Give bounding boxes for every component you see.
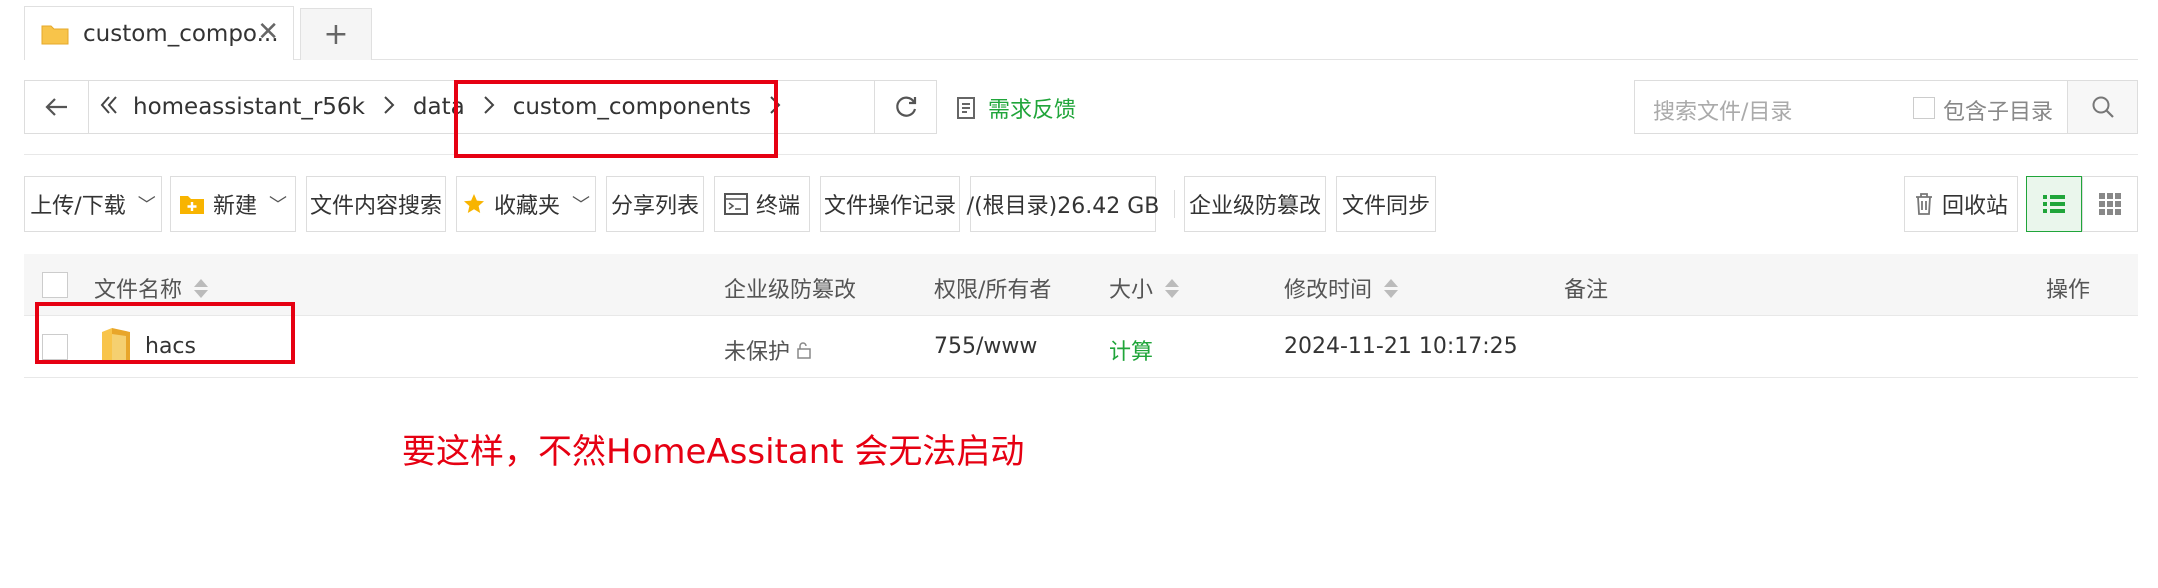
tamper-proof-label: 企业级防篡改: [1188, 194, 1321, 219]
include-subdir-checkbox[interactable]: [1913, 97, 1935, 119]
content-search-label: 文件内容搜索: [309, 194, 442, 219]
chevron-down-icon: ﹀: [572, 195, 590, 216]
folder-icon: [41, 25, 69, 44]
header-mtime-label: 修改时间: [1284, 278, 1373, 303]
plus-icon[interactable]: +: [300, 8, 372, 60]
file-sync-button[interactable]: 文件同步: [1336, 176, 1436, 232]
chevron-down-icon: ﹀: [269, 195, 287, 216]
annotation-box-path: [454, 80, 778, 158]
size-calc-link[interactable]: 计算: [1109, 334, 1153, 366]
new-label: 新建: [212, 194, 257, 219]
tamper-status[interactable]: 未保护: [724, 334, 812, 366]
disk-usage-button[interactable]: /(根目录)26.42 GB: [967, 176, 1159, 232]
grid-view-icon[interactable]: [2082, 176, 2138, 232]
search-box: 搜索文件/目录 包含子目录: [1634, 80, 2138, 134]
header-perm: 权限/所有者: [934, 278, 1052, 303]
header-mtime[interactable]: 修改时间: [1284, 272, 1399, 304]
file-op-log-label: 文件操作记录: [823, 194, 956, 219]
tamper-proof-button[interactable]: 企业级防篡改: [1184, 176, 1326, 232]
feedback-link[interactable]: 需求反馈: [956, 92, 1076, 124]
upload-download-button[interactable]: 上传/下载 ﹀: [24, 176, 162, 232]
share-list-button[interactable]: 分享列表: [606, 176, 704, 232]
file-sync-label: 文件同步: [1341, 194, 1430, 219]
double-chevron-left-icon[interactable]: [99, 92, 119, 122]
feedback-label: 需求反馈: [988, 98, 1077, 123]
trash-icon: [1914, 192, 1934, 216]
tamper-status-label: 未保护: [724, 340, 791, 365]
header-name[interactable]: 文件名称: [94, 272, 209, 304]
search-input[interactable]: 搜索文件/目录: [1653, 94, 1792, 126]
annotation-text: 要这样，不然HomeAssitant 会无法启动: [402, 432, 1025, 472]
close-icon[interactable]: ✕: [257, 17, 279, 47]
tab-label: custom_compo...: [83, 20, 279, 47]
terminal-icon: [723, 193, 748, 215]
back-arrow-icon[interactable]: [25, 81, 89, 133]
header-ops: 操作: [2046, 278, 2091, 303]
feedback-icon: [957, 97, 975, 119]
select-all-checkbox[interactable]: [42, 272, 68, 298]
header-size[interactable]: 大小: [1109, 272, 1180, 304]
header-size-label: 大小: [1109, 278, 1154, 303]
header-tamper: 企业级防篡改: [724, 278, 857, 303]
annotation-box-folder: [35, 302, 295, 364]
share-list-label: 分享列表: [610, 194, 699, 219]
disk-usage-label: /(根目录)26.42 GB: [966, 194, 1160, 219]
file-op-log-button[interactable]: 文件操作记录: [820, 176, 960, 232]
table-row[interactable]: hacs 未保护 755/www 计算 2024-11-21 10:17:25: [24, 316, 2138, 378]
list-view-icon[interactable]: [2026, 176, 2082, 232]
sort-icon[interactable]: [1384, 278, 1399, 298]
favorites-button[interactable]: 收藏夹 ﹀: [456, 176, 596, 232]
recycle-bin-button[interactable]: 回收站: [1904, 176, 2018, 232]
header-note: 备注: [1564, 278, 1609, 303]
new-folder-icon: [179, 193, 205, 215]
chevron-down-icon: ﹀: [137, 195, 156, 216]
search-icon[interactable]: [2067, 81, 2137, 133]
breadcrumb-item-homeassistant[interactable]: homeassistant_r56k: [133, 94, 365, 120]
lock-open-icon: [794, 341, 812, 359]
permission[interactable]: 755/www: [934, 334, 1037, 359]
new-button[interactable]: 新建 ﹀: [170, 176, 296, 232]
refresh-icon[interactable]: [874, 80, 937, 134]
sort-icon[interactable]: [194, 278, 209, 298]
sort-icon[interactable]: [1165, 278, 1180, 298]
toolbar-separator: [1174, 190, 1175, 218]
upload-download-label: 上传/下载: [30, 194, 126, 219]
include-subdir-label: 包含子目录: [1943, 100, 2054, 125]
modified-time: 2024-11-21 10:17:25: [1284, 334, 1518, 359]
chevron-right-icon: [383, 92, 395, 122]
terminal-button[interactable]: 终端: [714, 176, 810, 232]
tab-bar: custom_compo... ✕ +: [24, 0, 2138, 60]
tab-custom-components[interactable]: custom_compo... ✕: [24, 6, 294, 60]
header-name-label: 文件名称: [94, 278, 183, 303]
favorites-label: 收藏夹: [493, 194, 560, 219]
table-header: 文件名称 企业级防篡改 权限/所有者 大小 修改时间 备注 操作: [24, 254, 2138, 316]
terminal-label: 终端: [755, 194, 800, 219]
star-icon: [462, 192, 486, 216]
divider: [24, 154, 2138, 155]
content-search-button[interactable]: 文件内容搜索: [306, 176, 446, 232]
recycle-bin-label: 回收站: [1941, 194, 2008, 219]
